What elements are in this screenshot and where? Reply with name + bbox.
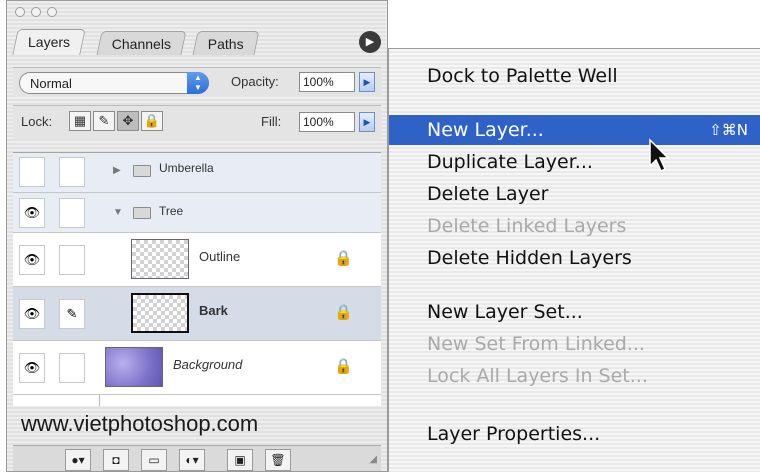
- layer-name: Bark: [199, 303, 228, 318]
- new-set-button[interactable]: ▭: [141, 449, 167, 471]
- eye-icon: 👁: [23, 205, 41, 220]
- trash-icon: 🗑: [270, 453, 286, 467]
- lock-image-button[interactable]: ✎: [93, 111, 115, 131]
- layers-palette: Layers Channels Paths ▶ Normal ▲ ▼ Opacit…: [6, 0, 388, 472]
- new-layer-button[interactable]: ▣: [227, 449, 253, 471]
- resize-grip-icon[interactable]: ◢: [369, 454, 377, 465]
- layer-thumbnail: [131, 293, 189, 333]
- tab-channels[interactable]: Channels: [96, 31, 187, 55]
- layer-name: Umberella: [159, 161, 214, 175]
- padlock-icon: 🔒: [334, 358, 353, 375]
- menu-item-lock-all-layers-in-set: Lock All Layers In Set...: [427, 365, 648, 387]
- layer-name: Background: [173, 357, 243, 372]
- expand-triangle-icon[interactable]: ▶: [113, 165, 121, 176]
- padlock-icon: 🔒: [143, 113, 161, 128]
- layer-row[interactable]: 👁 Outline 🔒: [13, 233, 381, 287]
- brush-icon: ✎: [98, 113, 110, 128]
- layer-set-row[interactable]: 👁 ▼ Tree: [13, 193, 381, 233]
- blend-mode-select[interactable]: Normal ▲ ▼: [19, 72, 209, 94]
- fill-slider-button[interactable]: ▶: [359, 112, 375, 132]
- lock-options-row: Lock: ▦ ✎ ✥ 🔒 Fill: 100% ▶: [13, 105, 381, 139]
- menu-item-dock-to-palette-well[interactable]: Dock to Palette Well: [389, 61, 760, 91]
- lock-all-button[interactable]: 🔒: [141, 111, 163, 131]
- menu-item-new-layer-set[interactable]: New Layer Set...: [389, 297, 760, 327]
- mask-icon: ◘: [112, 453, 120, 467]
- layer-name: Outline: [199, 249, 241, 264]
- visibility-toggle[interactable]: 👁: [19, 299, 45, 329]
- link-toggle[interactable]: [59, 353, 85, 383]
- new-adjustment-layer-button[interactable]: ◐▾: [179, 449, 205, 471]
- link-toggle[interactable]: [59, 198, 85, 228]
- visibility-toggle[interactable]: 👁: [19, 245, 45, 275]
- link-toggle[interactable]: ✎: [59, 299, 85, 329]
- triangle-right-icon: ▶: [363, 117, 371, 127]
- opacity-slider-button[interactable]: ▶: [359, 72, 375, 92]
- palette-menu-button[interactable]: ▶: [359, 31, 381, 53]
- triangle-right-icon: ▶: [365, 36, 375, 48]
- layer-row-selected[interactable]: 👁 ✎ Bark 🔒: [13, 287, 381, 341]
- add-mask-button[interactable]: ◘: [103, 449, 129, 471]
- move-arrows-icon: ✥: [122, 113, 134, 128]
- lock-position-button[interactable]: ✥: [117, 111, 139, 131]
- opacity-field[interactable]: 100%: [299, 72, 355, 92]
- layer-set-row[interactable]: ▶ Umberella: [13, 153, 381, 193]
- layer-name: Tree: [159, 204, 184, 218]
- menu-item-delete-linked-layers: Delete Linked Layers: [427, 215, 627, 237]
- palette-flyout-menu: Dock to Palette Well New Layer... ⇧⌘N Du…: [388, 48, 760, 472]
- zoom-window-button[interactable]: [47, 7, 57, 17]
- palette-titlebar[interactable]: [7, 1, 387, 23]
- padlock-icon: 🔒: [334, 250, 353, 267]
- mouse-pointer-icon: [649, 138, 670, 173]
- layers-list: ▶ Umberella 👁 ▼ Tree 👁 Outline 🔒 👁 ✎ Bar…: [13, 152, 381, 406]
- link-toggle[interactable]: [59, 157, 85, 187]
- visibility-toggle[interactable]: [19, 157, 45, 187]
- eye-icon: 👁: [23, 360, 41, 375]
- opacity-label: Opacity:: [231, 74, 279, 89]
- menu-item-new-set-from-linked: New Set From Linked...: [427, 333, 645, 355]
- palette-bottom-toolbar: ●▾ ◘ ▭ ◐▾ ▣ 🗑 ◢: [13, 445, 381, 471]
- folder-icon: [133, 207, 151, 219]
- tab-layers[interactable]: Layers: [12, 29, 86, 55]
- padlock-icon: 🔒: [334, 304, 353, 321]
- menu-item-label: New Layer...: [427, 119, 544, 141]
- minimize-window-button[interactable]: [31, 7, 41, 17]
- menu-item-delete-hidden-layers[interactable]: Delete Hidden Layers: [389, 243, 760, 273]
- updown-arrows-icon: ▲ ▼: [187, 72, 209, 94]
- collapse-triangle-icon[interactable]: ▼: [113, 207, 123, 218]
- delete-layer-button[interactable]: 🗑: [265, 449, 291, 471]
- visibility-toggle[interactable]: 👁: [19, 353, 45, 383]
- close-window-button[interactable]: [15, 7, 25, 17]
- lock-label: Lock:: [21, 114, 53, 129]
- fx-icon: ●▾: [71, 453, 85, 467]
- watermark-text: www.vietphotoshop.com: [21, 411, 259, 436]
- menu-item-new-layer[interactable]: New Layer... ⇧⌘N: [389, 115, 760, 145]
- fill-field[interactable]: 100%: [299, 112, 355, 132]
- menu-item-duplicate-layer[interactable]: Duplicate Layer...: [389, 147, 760, 177]
- half-circle-icon: ◐▾: [185, 453, 199, 467]
- eye-icon: 👁: [23, 306, 41, 321]
- layer-thumbnail: [131, 239, 189, 279]
- layer-thumbnail: [105, 347, 163, 387]
- folder-icon: [133, 165, 151, 177]
- visibility-toggle[interactable]: 👁: [19, 198, 45, 228]
- menu-item-layer-properties[interactable]: Layer Properties...: [389, 419, 760, 449]
- add-layer-style-button[interactable]: ●▾: [65, 449, 91, 471]
- triangle-right-icon: ▶: [363, 77, 371, 87]
- palette-tabs: Layers Channels Paths ▶: [12, 25, 381, 55]
- eye-icon: 👁: [23, 252, 41, 267]
- shortcut-label: ⇧⌘N: [709, 121, 748, 139]
- blend-options-row: Normal ▲ ▼ Opacity: 100% ▶: [13, 67, 381, 97]
- fill-label: Fill:: [261, 114, 282, 129]
- layer-row[interactable]: 👁 Background 🔒: [13, 341, 381, 395]
- checker-icon: ▦: [73, 113, 87, 128]
- menu-item-delete-layer[interactable]: Delete Layer: [389, 179, 760, 209]
- new-layer-icon: ▣: [234, 453, 246, 467]
- tab-paths[interactable]: Paths: [192, 31, 260, 55]
- link-toggle[interactable]: [59, 245, 85, 275]
- blend-mode-value: Normal: [30, 76, 72, 91]
- brush-icon: ✎: [66, 306, 78, 321]
- folder-icon: ▭: [148, 453, 160, 467]
- lock-transparency-button[interactable]: ▦: [69, 111, 91, 131]
